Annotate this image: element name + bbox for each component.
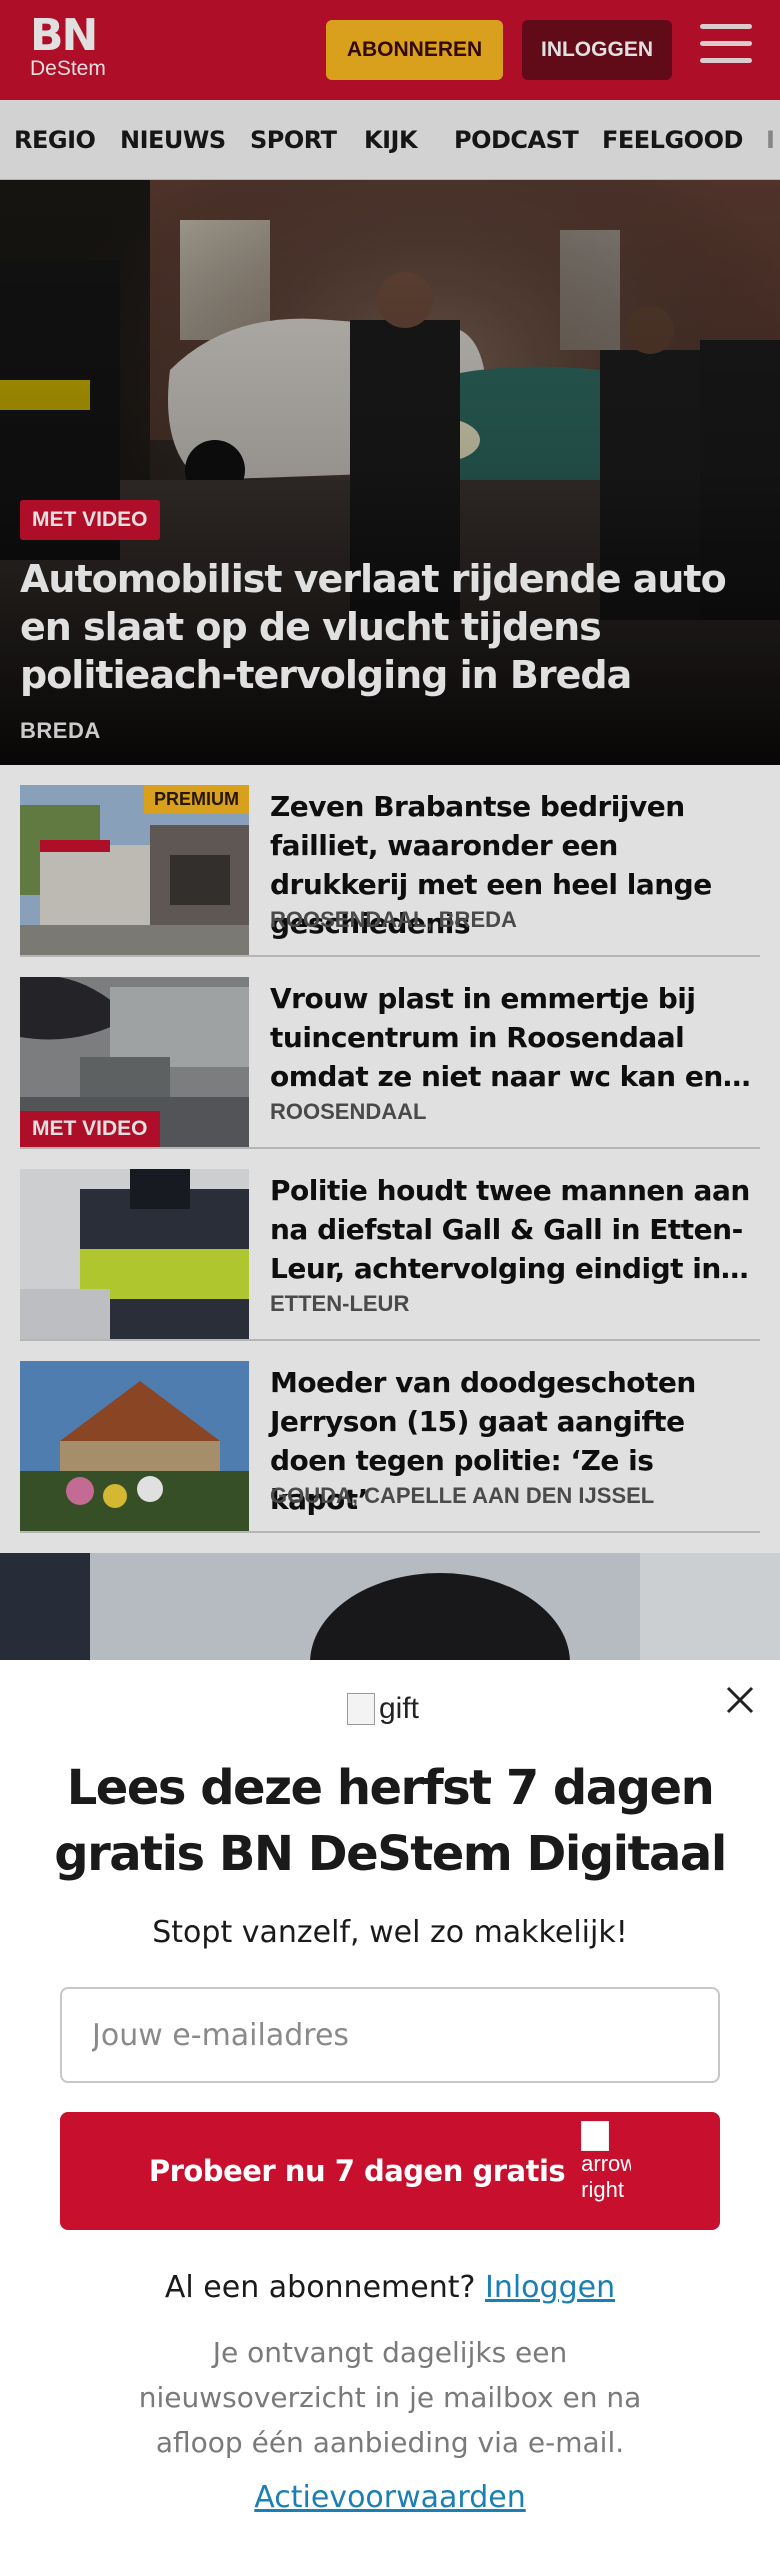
nav-item-sport[interactable]: SPORT: [250, 100, 337, 179]
nav-item-overflow[interactable]: I: [766, 100, 775, 179]
nav-item-podcast[interactable]: PODCAST: [454, 100, 579, 179]
bn-destem-logo[interactable]: BN DeStem: [30, 14, 106, 80]
try-free-button-label: Probeer nu 7 dagen gratis: [148, 2154, 566, 2188]
article-thumbnail: [20, 1361, 249, 1531]
section-nav: REGIO NIEUWS SPORT KIJK PODCAST FEELGOOD…: [0, 100, 780, 180]
gift-icon: gift: [347, 1692, 419, 1726]
newsletter-info: Je ontvangt dagelijks een nieuwsoverzich…: [138, 2336, 642, 2459]
try-free-button[interactable]: Probeer nu 7 dagen gratis arrow-right: [60, 2112, 720, 2230]
modal-subtitle: Stopt vanzelf, wel zo makkelijk!: [152, 1915, 628, 1950]
article-location: ETTEN-LEUR: [270, 1291, 410, 1316]
modal-title: Lees deze herfst 7 dagen gratis BN DeSte…: [54, 1760, 727, 1882]
premium-badge: PREMIUM: [144, 785, 249, 814]
login-link[interactable]: Inloggen: [485, 2270, 615, 2305]
hero-location: BREDA: [20, 718, 101, 743]
logo-bn-text: BN: [30, 10, 98, 61]
email-field[interactable]: [60, 1987, 720, 2083]
nav-item-nieuws[interactable]: NIEUWS: [120, 100, 226, 179]
article-item[interactable]: Politie houdt twee mannen aan na diefsta…: [20, 1149, 760, 1341]
nav-item-regio[interactable]: REGIO: [14, 100, 96, 179]
existing-subscription-line: Al een abonnement? Inloggen: [40, 2270, 740, 2305]
article-item[interactable]: PREMIUM Zeven Brabantse bedrijven failli…: [20, 765, 760, 957]
close-icon[interactable]: [722, 1682, 758, 1718]
hero-article[interactable]: MET VIDEO Automobilist verlaat rijdende …: [0, 180, 780, 765]
video-badge: MET VIDEO: [20, 500, 160, 540]
existing-subscription-text: Al een abonnement?: [164, 2270, 476, 2305]
logo-destem-text: DeStem: [30, 57, 106, 80]
nav-item-kijk[interactable]: KIJK: [364, 100, 418, 179]
article-location: ROOSENDAAL, BREDA: [270, 907, 517, 932]
hamburger-menu-icon[interactable]: [700, 24, 752, 72]
login-button[interactable]: INLOGGEN: [522, 20, 672, 80]
article-item[interactable]: Moeder van doodgeschoten Jerryson (15) g…: [20, 1341, 760, 1533]
article-title[interactable]: Politie houdt twee mannen aan na diefsta…: [270, 1171, 760, 1288]
article-item[interactable]: MET VIDEO Vrouw plast in emmertje bij tu…: [20, 957, 760, 1149]
article-location: ROOSENDAAL: [270, 1099, 427, 1124]
article-location: GOUDA, CAPELLE AAN DEN IJSSEL: [270, 1483, 655, 1508]
subscription-modal: gift Lees deze herfst 7 dagen gratis BN …: [0, 1660, 780, 2560]
article-title[interactable]: Vrouw plast in emmertje bij tuincentrum …: [270, 979, 760, 1096]
terms-link[interactable]: Actievoorwaarden: [40, 2480, 740, 2515]
article-thumbnail: PREMIUM: [20, 785, 249, 955]
article-thumbnail: [20, 1169, 249, 1339]
arrow-right-icon: arrow-right: [581, 2121, 631, 2221]
video-badge: MET VIDEO: [20, 1111, 160, 1147]
top-header: BN DeStem ABONNEREN INLOGGEN: [0, 0, 780, 100]
article-thumbnail: MET VIDEO: [20, 977, 249, 1147]
hero-title[interactable]: Automobilist verlaat rijdende auto en sl…: [20, 555, 760, 699]
next-hero-photo: [0, 1553, 780, 1660]
nav-item-feelgood[interactable]: FEELGOOD: [602, 100, 743, 179]
subscribe-button[interactable]: ABONNEREN: [326, 20, 503, 80]
